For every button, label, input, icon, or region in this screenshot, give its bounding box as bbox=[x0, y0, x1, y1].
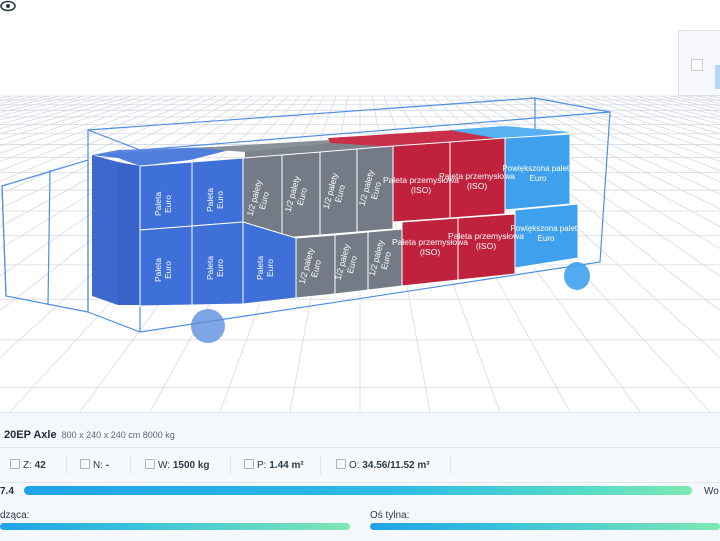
weight-icon bbox=[145, 459, 155, 469]
pallet-end-cap bbox=[92, 155, 118, 305]
area-icon bbox=[244, 459, 254, 469]
wheel-rear bbox=[564, 262, 590, 290]
pallet-label: PaletaEuro bbox=[255, 256, 275, 280]
view-cube-icon[interactable] bbox=[678, 30, 720, 96]
stat-z-label: Z: bbox=[23, 460, 32, 471]
divider bbox=[130, 456, 131, 474]
stat-n-label: N: bbox=[93, 460, 103, 471]
rear-axle-label: Oś tylna: bbox=[370, 510, 410, 521]
stats-row: Z: 42 N: - W: 1500 kg P: 1.44 m² O: 34.5… bbox=[0, 447, 720, 483]
pallet-label: PaletaEuro bbox=[205, 256, 225, 280]
divider bbox=[230, 456, 231, 474]
volume-icon bbox=[336, 459, 346, 469]
stat-p-label: P: bbox=[257, 460, 267, 471]
progress-right-label: Wo bbox=[704, 486, 719, 497]
pallet-label: PaletaEuro bbox=[153, 258, 173, 282]
progress-left-value: 7.4 bbox=[0, 486, 14, 497]
vehicle-title: 20EP Axle 800 x 240 x 240 cm 8000 kg bbox=[4, 429, 175, 441]
pallet-label: PaletaEuro bbox=[153, 192, 173, 216]
stat-o-value: 34.56/11.52 m³ bbox=[362, 460, 430, 471]
stat-w: W: 1500 kg bbox=[145, 459, 210, 471]
stat-n-value: - bbox=[105, 460, 110, 471]
stat-z-value: 42 bbox=[34, 460, 46, 471]
stack-icon bbox=[10, 459, 20, 469]
pallet-end-cap-2 bbox=[118, 162, 140, 305]
divider bbox=[450, 456, 451, 474]
info-panel: 20EP Axle 800 x 240 x 240 cm 8000 kg Z: … bbox=[0, 412, 720, 541]
front-axle-bar bbox=[0, 523, 350, 530]
view-cube-accent bbox=[715, 65, 720, 89]
stat-z: Z: 42 bbox=[10, 459, 46, 471]
rear-axle-bar bbox=[370, 523, 720, 530]
view-cube-face[interactable] bbox=[691, 59, 703, 71]
vehicle-name: 20EP Axle bbox=[4, 429, 57, 441]
load-progress-bar bbox=[24, 486, 692, 495]
stat-o: O: 34.56/11.52 m³ bbox=[336, 459, 430, 471]
divider bbox=[66, 456, 67, 474]
stack-icon bbox=[80, 459, 90, 469]
wheel-front bbox=[191, 309, 225, 343]
stat-n: N: - bbox=[80, 459, 109, 471]
eye-icon[interactable] bbox=[0, 0, 16, 12]
3d-viewport[interactable]: PaletaEuro PaletaEuro 1/2 paletyEuro 1/2… bbox=[0, 0, 720, 412]
stat-w-value: 1500 kg bbox=[172, 460, 210, 471]
truck-scene[interactable]: PaletaEuro PaletaEuro 1/2 paletyEuro 1/2… bbox=[0, 0, 720, 412]
pallet-label: PaletaEuro bbox=[205, 188, 225, 212]
stat-p-value: 1.44 m² bbox=[269, 460, 304, 471]
vehicle-dims: 800 x 240 x 240 cm 8000 kg bbox=[61, 430, 175, 440]
stat-p: P: 1.44 m² bbox=[244, 459, 304, 471]
front-axle-label: dząca: bbox=[0, 510, 30, 521]
stat-w-label: W: bbox=[158, 460, 171, 471]
divider bbox=[320, 456, 321, 474]
stat-o-label: O: bbox=[349, 460, 360, 471]
